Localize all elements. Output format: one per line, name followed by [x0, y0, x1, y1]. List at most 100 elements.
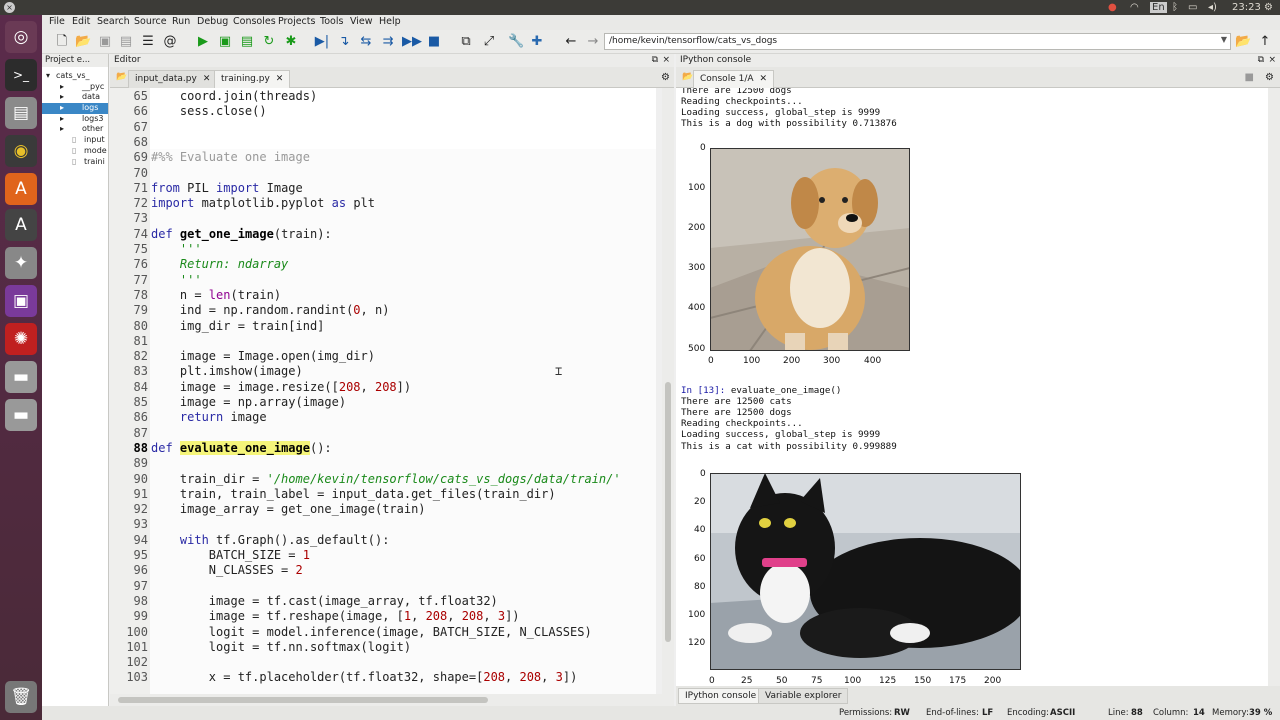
run-icon[interactable]: ▶ — [195, 34, 211, 50]
code-line[interactable]: 69 #%% Evaluate one image — [110, 150, 656, 165]
menu-file[interactable]: File — [49, 16, 65, 27]
menu-run[interactable]: Run — [172, 16, 190, 27]
preferences-icon[interactable]: 🔧 — [508, 34, 524, 50]
code-line[interactable]: 97 — [110, 579, 656, 594]
settings-icon[interactable]: ✦ — [5, 247, 37, 279]
code-line[interactable]: 102 — [110, 655, 656, 670]
maximize-pane-icon[interactable]: ⧉ — [458, 34, 474, 50]
code-line[interactable]: 99 image = tf.reshape(image, [1, 208, 20… — [110, 609, 656, 624]
terminal-icon[interactable]: >_ — [5, 59, 37, 91]
working-directory-input[interactable]: /home/kevin/tensorflow/cats_vs_dogs ▼ — [604, 33, 1231, 50]
code-line[interactable]: 103 x = tf.placeholder(tf.float32, shape… — [110, 670, 656, 685]
tab-console-1[interactable]: Console 1/A ✕ — [693, 70, 775, 88]
undock-icon[interactable]: ⧉ — [1258, 55, 1264, 65]
run-cell-icon[interactable]: ▣ — [217, 34, 233, 50]
tree-item[interactable]: ▸ __pyc — [42, 82, 108, 93]
save-icon[interactable]: ▣ — [97, 34, 113, 50]
fullscreen-icon[interactable]: ⤢ — [481, 34, 497, 50]
menu-search[interactable]: Search — [97, 16, 130, 27]
chevron-down-icon[interactable]: ▼ — [1221, 35, 1227, 44]
code-line[interactable]: 89 — [110, 456, 656, 471]
open-file-icon[interactable]: 📂 — [75, 34, 91, 50]
fast-forward-icon[interactable]: ▶▶ — [402, 34, 422, 50]
tree-item-selected[interactable]: ▸ logs — [42, 103, 108, 114]
tree-item[interactable]: ▯ mode — [42, 146, 108, 157]
forward-icon[interactable]: → — [585, 34, 601, 50]
code-line[interactable]: 87 — [110, 426, 656, 441]
tree-item[interactable]: ▸ data — [42, 92, 108, 103]
code-line[interactable]: 94 with tf.Graph().as_default(): — [110, 533, 656, 548]
file-list-icon[interactable]: ☰ — [140, 34, 156, 50]
console-options-gear-icon[interactable]: ⚙ — [1265, 72, 1274, 83]
browse-tabs-icon[interactable]: 📂 — [116, 72, 127, 82]
stop-debug-icon[interactable]: ■ — [426, 34, 442, 50]
clock[interactable]: 23:23 — [1232, 0, 1261, 15]
tree-item[interactable]: ▾ cats_vs_ — [42, 71, 108, 82]
code-line[interactable]: 82 image = Image.open(img_dir) — [110, 349, 656, 364]
code-line[interactable]: 81 — [110, 334, 656, 349]
record-icon[interactable]: ● — [1108, 0, 1117, 15]
drive-icon[interactable]: ▬ — [5, 361, 37, 393]
software-center-icon[interactable]: A — [5, 173, 37, 205]
editor-options-gear-icon[interactable]: ⚙ — [661, 72, 670, 83]
browse-folder-icon[interactable]: 📂 — [1235, 34, 1251, 50]
at-icon[interactable]: @ — [162, 34, 178, 50]
code-line[interactable]: 91 train, train_label = input_data.get_f… — [110, 487, 656, 502]
new-file-icon[interactable]: 🗋 — [54, 34, 70, 50]
code-line[interactable]: 95 BATCH_SIZE = 1 — [110, 548, 656, 563]
tab-variable-explorer[interactable]: Variable explorer — [758, 688, 849, 704]
editor-vertical-scrollbar[interactable] — [662, 88, 674, 694]
console-vertical-scrollbar[interactable] — [1268, 88, 1280, 686]
chrome-icon[interactable]: ◉ — [5, 135, 37, 167]
code-line[interactable]: 71 from PIL import Image — [110, 181, 656, 196]
menu-edit[interactable]: Edit — [72, 16, 90, 27]
close-pane-icon[interactable]: × — [662, 55, 670, 65]
code-line[interactable]: 92 image_array = get_one_image(train) — [110, 502, 656, 517]
menu-consoles[interactable]: Consoles — [233, 16, 276, 27]
trash-icon[interactable]: 🗑 — [5, 681, 37, 713]
code-line[interactable]: 78 n = len(train) — [110, 288, 656, 303]
drive-icon-2[interactable]: ▬ — [5, 399, 37, 431]
debug-icon[interactable]: ✱ — [283, 34, 299, 50]
tab-input-data[interactable]: input_data.py ✕ — [128, 70, 218, 88]
code-line[interactable]: 73 — [110, 211, 656, 226]
code-line[interactable]: 80 img_dir = train[ind] — [110, 319, 656, 334]
code-line[interactable]: 72 import matplotlib.pyplot as plt — [110, 196, 656, 211]
menu-view[interactable]: View — [350, 16, 373, 27]
code-line[interactable]: 68 — [110, 135, 656, 150]
code-line[interactable]: 83 plt.imshow(image) — [110, 364, 656, 379]
code-line[interactable]: 79 ind = np.random.randint(0, n) — [110, 303, 656, 318]
rerun-icon[interactable]: ↻ — [261, 34, 277, 50]
back-icon[interactable]: ← — [563, 34, 579, 50]
continue-icon[interactable]: ⇉ — [380, 34, 396, 50]
spyder-icon[interactable]: ✺ — [5, 323, 37, 355]
wifi-icon[interactable]: ◠ — [1130, 0, 1139, 15]
tree-item[interactable]: ▸ other — [42, 124, 108, 135]
code-line[interactable]: 101 logit = tf.nn.softmax(logit) — [110, 640, 656, 655]
code-line[interactable]: 100 logit = model.inference(image, BATCH… — [110, 625, 656, 640]
code-line[interactable]: 70 — [110, 166, 656, 181]
ubuntu-dash-icon[interactable]: ◎ — [5, 21, 37, 53]
code-line[interactable]: 75 ''' — [110, 242, 656, 257]
bluetooth-icon[interactable]: ᛒ — [1172, 0, 1178, 15]
code-line[interactable]: 84 image = image.resize([208, 208]) — [110, 380, 656, 395]
battery-icon[interactable]: ▭ — [1188, 0, 1197, 15]
browse-tabs-icon[interactable]: 📂 — [682, 72, 693, 82]
ipython-console[interactable]: There are 12500 dogs Reading checkpoints… — [676, 88, 1268, 686]
code-line[interactable]: 65 coord.join(threads) — [110, 89, 656, 104]
menu-source[interactable]: Source — [134, 16, 167, 27]
step-into-icon[interactable]: ↴ — [336, 34, 352, 50]
media-icon[interactable]: ▣ — [5, 285, 37, 317]
code-line[interactable]: 76 Return: ndarray — [110, 257, 656, 272]
code-line[interactable]: 67 — [110, 120, 656, 135]
tree-item[interactable]: ▸ logs3 — [42, 114, 108, 125]
code-line[interactable]: 88 def evaluate_one_image(): — [110, 440, 656, 456]
settings-gear-icon[interactable]: ⚙ — [1264, 0, 1273, 15]
tree-item[interactable]: ▯ input — [42, 135, 108, 146]
tree-item[interactable]: ▯ traini — [42, 157, 108, 168]
code-line[interactable]: 86 return image — [110, 410, 656, 425]
updater-icon[interactable]: A — [5, 209, 37, 241]
code-line[interactable]: 93 — [110, 517, 656, 532]
editor-horizontal-scrollbar[interactable] — [110, 694, 674, 706]
volume-icon[interactable]: ◂) — [1208, 0, 1217, 15]
